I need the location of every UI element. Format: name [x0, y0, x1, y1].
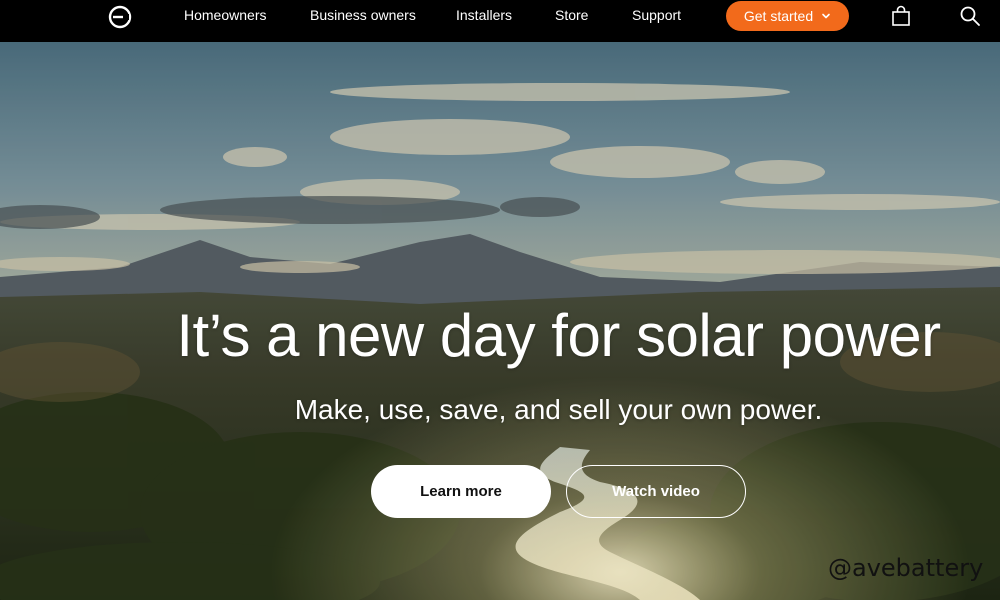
shopping-bag-icon[interactable] — [891, 5, 911, 27]
chevron-down-icon — [822, 13, 830, 19]
nav-link-business-owners[interactable]: Business owners — [310, 7, 416, 23]
nav-link-installers[interactable]: Installers — [456, 7, 512, 23]
enphase-logo-icon[interactable] — [108, 5, 132, 29]
page: It’s a new day for solar power Make, use… — [0, 0, 1000, 600]
nav-link-support[interactable]: Support — [632, 7, 681, 23]
learn-more-button[interactable]: Learn more — [371, 465, 551, 518]
nav-link-homeowners[interactable]: Homeowners — [184, 7, 266, 23]
get-started-button[interactable]: Get started — [726, 1, 849, 31]
get-started-label: Get started — [743, 8, 814, 24]
watch-video-button[interactable]: Watch video — [566, 465, 746, 518]
hero-section: It’s a new day for solar power Make, use… — [0, 42, 1000, 600]
nav-link-store[interactable]: Store — [555, 7, 588, 23]
top-navigation-bar: Homeowners Business owners Installers St… — [0, 0, 1000, 42]
watermark-text: @avebattery — [828, 554, 984, 582]
hero-headline: It’s a new day for solar power — [176, 302, 941, 369]
hero-subheadline: Make, use, save, and sell your own power… — [294, 394, 823, 425]
search-icon[interactable] — [959, 5, 981, 27]
